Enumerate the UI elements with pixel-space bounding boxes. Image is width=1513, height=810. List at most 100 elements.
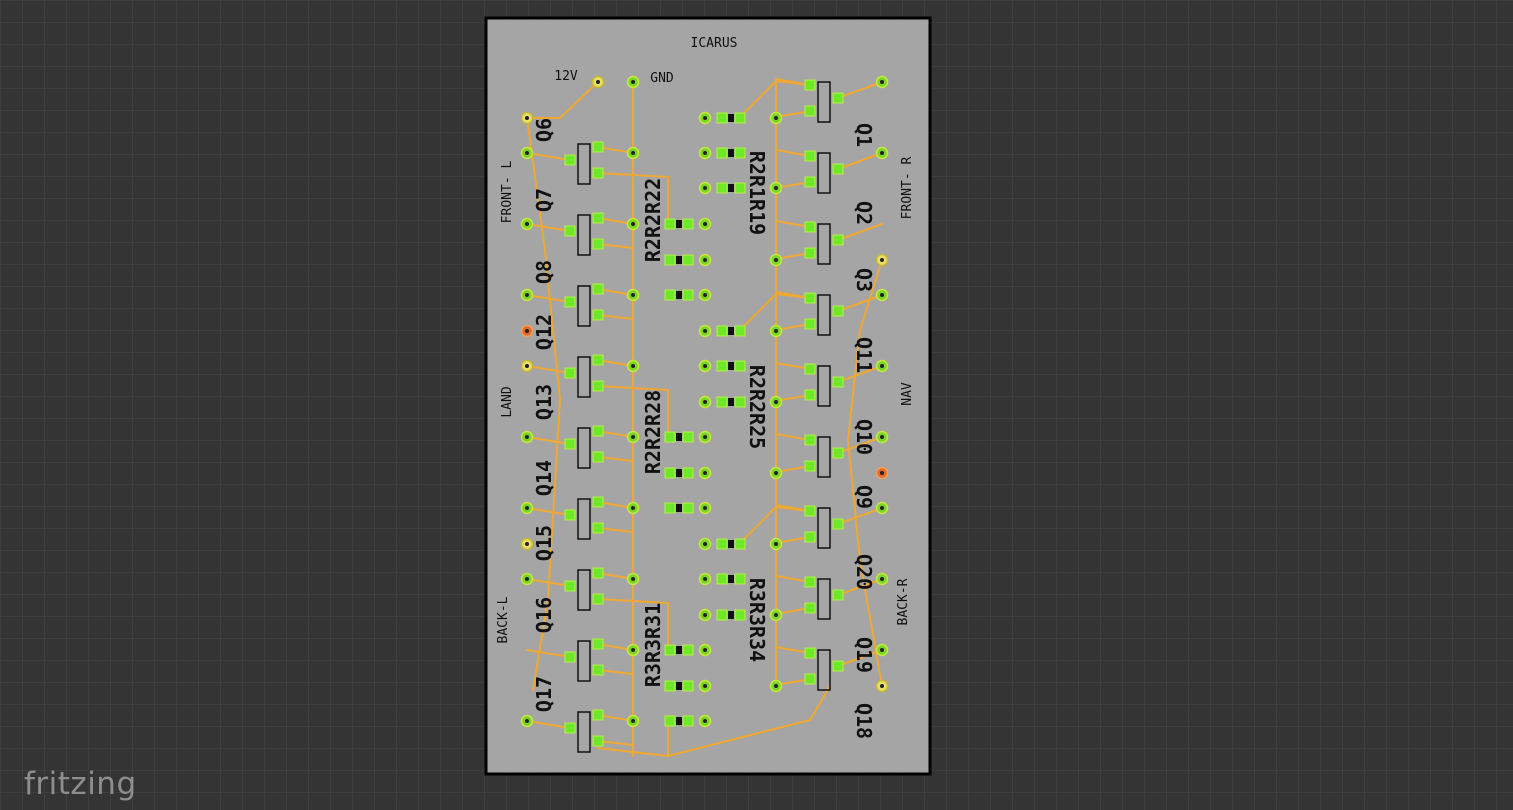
resistor-pad[interactable]: [698, 288, 712, 302]
resistor-body: [676, 717, 682, 725]
gnd-rail-pad[interactable]: [626, 217, 640, 231]
gnd-rail-pad[interactable]: [626, 288, 640, 302]
left-header-pad[interactable]: [520, 572, 534, 586]
resistor-pad[interactable]: [698, 253, 712, 267]
smd-pad: [592, 451, 604, 463]
gnd-rail-pad[interactable]: [769, 253, 783, 267]
resistor-pad[interactable]: [698, 466, 712, 480]
resistor-pad[interactable]: [698, 501, 712, 515]
smd-resistor[interactable]: [676, 291, 682, 299]
right-header-pad[interactable]: [875, 75, 889, 89]
smd-resistor[interactable]: [728, 540, 734, 548]
smd-resistor[interactable]: [728, 114, 734, 122]
right-header-pad[interactable]: [875, 572, 889, 586]
gnd-rail-pad[interactable]: [769, 608, 783, 622]
smd-resistor[interactable]: [728, 149, 734, 157]
smd-pad: [734, 396, 746, 408]
right-header-pad[interactable]: [875, 430, 889, 444]
resistor-pad[interactable]: [698, 359, 712, 373]
resistor-pad[interactable]: [698, 572, 712, 586]
resistor-pad[interactable]: [698, 146, 712, 160]
gnd-rail-pad[interactable]: [769, 111, 783, 125]
resistor-pad[interactable]: [698, 111, 712, 125]
smd-pad: [682, 502, 694, 514]
transistor-label: Q10: [852, 419, 876, 455]
resistor-label: R2R2R28: [641, 390, 665, 474]
right-header-pad[interactable]: [875, 359, 889, 373]
gnd-rail-pad[interactable]: [626, 572, 640, 586]
right-header-pad[interactable]: [875, 679, 889, 693]
left-header-pad[interactable]: [520, 501, 534, 515]
gnd-rail-pad[interactable]: [769, 679, 783, 693]
smd-resistor[interactable]: [676, 682, 682, 690]
right-header-pad[interactable]: [875, 288, 889, 302]
smd-pad: [832, 234, 844, 246]
smd-resistor[interactable]: [676, 220, 682, 228]
pad-hole: [774, 542, 778, 546]
left-header-pad[interactable]: [520, 714, 534, 728]
left-header-pad[interactable]: [520, 288, 534, 302]
gnd-rail-pad[interactable]: [769, 537, 783, 551]
resistor-pad[interactable]: [698, 714, 712, 728]
smd-pad: [716, 538, 728, 550]
left-header-pad[interactable]: [520, 111, 534, 125]
gnd-rail-pad[interactable]: [626, 146, 640, 160]
resistor-body: [676, 504, 682, 512]
pcb-canvas[interactable]: ICARUS 12V GND FRONT- L LAND BACK-L FRON…: [0, 0, 1513, 810]
resistor-pad[interactable]: [698, 395, 712, 409]
smd-resistor[interactable]: [728, 327, 734, 335]
resistor-pad[interactable]: [698, 537, 712, 551]
smd-pad: [564, 580, 576, 592]
smd-resistor[interactable]: [676, 256, 682, 264]
gnd-rail-pad[interactable]: [769, 181, 783, 195]
right-header-pad[interactable]: [875, 253, 889, 267]
resistor-pad[interactable]: [698, 608, 712, 622]
gnd-rail-pad[interactable]: [626, 359, 640, 373]
pcb-board[interactable]: ICARUS 12V GND FRONT- L LAND BACK-L FRON…: [484, 16, 932, 776]
smd-resistor[interactable]: [728, 611, 734, 619]
left-header-pad[interactable]: [520, 537, 534, 551]
smd-resistor[interactable]: [676, 469, 682, 477]
resistor-body: [728, 611, 734, 619]
smd-resistor[interactable]: [728, 362, 734, 370]
gnd-rail-pad[interactable]: [769, 466, 783, 480]
right-header-pad[interactable]: [875, 501, 889, 515]
resistor-pad[interactable]: [698, 324, 712, 338]
resistor-pad[interactable]: [698, 679, 712, 693]
resistor-pad[interactable]: [698, 181, 712, 195]
gnd-rail-pad[interactable]: [769, 395, 783, 409]
pad-gnd[interactable]: [626, 75, 640, 89]
pad-hole: [880, 151, 884, 155]
resistor-pad[interactable]: [698, 430, 712, 444]
smd-pad: [832, 589, 844, 601]
smd-resistor[interactable]: [676, 504, 682, 512]
smd-resistor[interactable]: [728, 398, 734, 406]
right-header-pad[interactable]: [875, 146, 889, 160]
pad-12v[interactable]: [591, 75, 605, 89]
left-header-pad[interactable]: [520, 146, 534, 160]
resistor-body: [728, 149, 734, 157]
smd-pad: [592, 664, 604, 676]
resistor-body: [728, 327, 734, 335]
gnd-rail-pad[interactable]: [769, 324, 783, 338]
smd-resistor[interactable]: [676, 646, 682, 654]
left-header-pad[interactable]: [520, 324, 534, 338]
smd-resistor[interactable]: [728, 575, 734, 583]
gnd-rail-pad[interactable]: [626, 643, 640, 657]
left-header-pad[interactable]: [520, 430, 534, 444]
left-header-pad[interactable]: [520, 217, 534, 231]
gnd-rail-pad[interactable]: [626, 430, 640, 444]
right-header-pad[interactable]: [875, 643, 889, 657]
resistor-pad[interactable]: [698, 217, 712, 231]
smd-resistor[interactable]: [728, 184, 734, 192]
transistor-label: Q20: [852, 554, 876, 590]
resistor-body: [676, 220, 682, 228]
smd-resistor[interactable]: [676, 433, 682, 441]
smd-resistor[interactable]: [676, 717, 682, 725]
left-header-pad[interactable]: [520, 359, 534, 373]
resistor-label: R3R3R31: [641, 603, 665, 687]
gnd-rail-pad[interactable]: [626, 501, 640, 515]
gnd-rail-pad[interactable]: [626, 714, 640, 728]
resistor-pad[interactable]: [698, 643, 712, 657]
right-header-pad[interactable]: [875, 466, 889, 480]
